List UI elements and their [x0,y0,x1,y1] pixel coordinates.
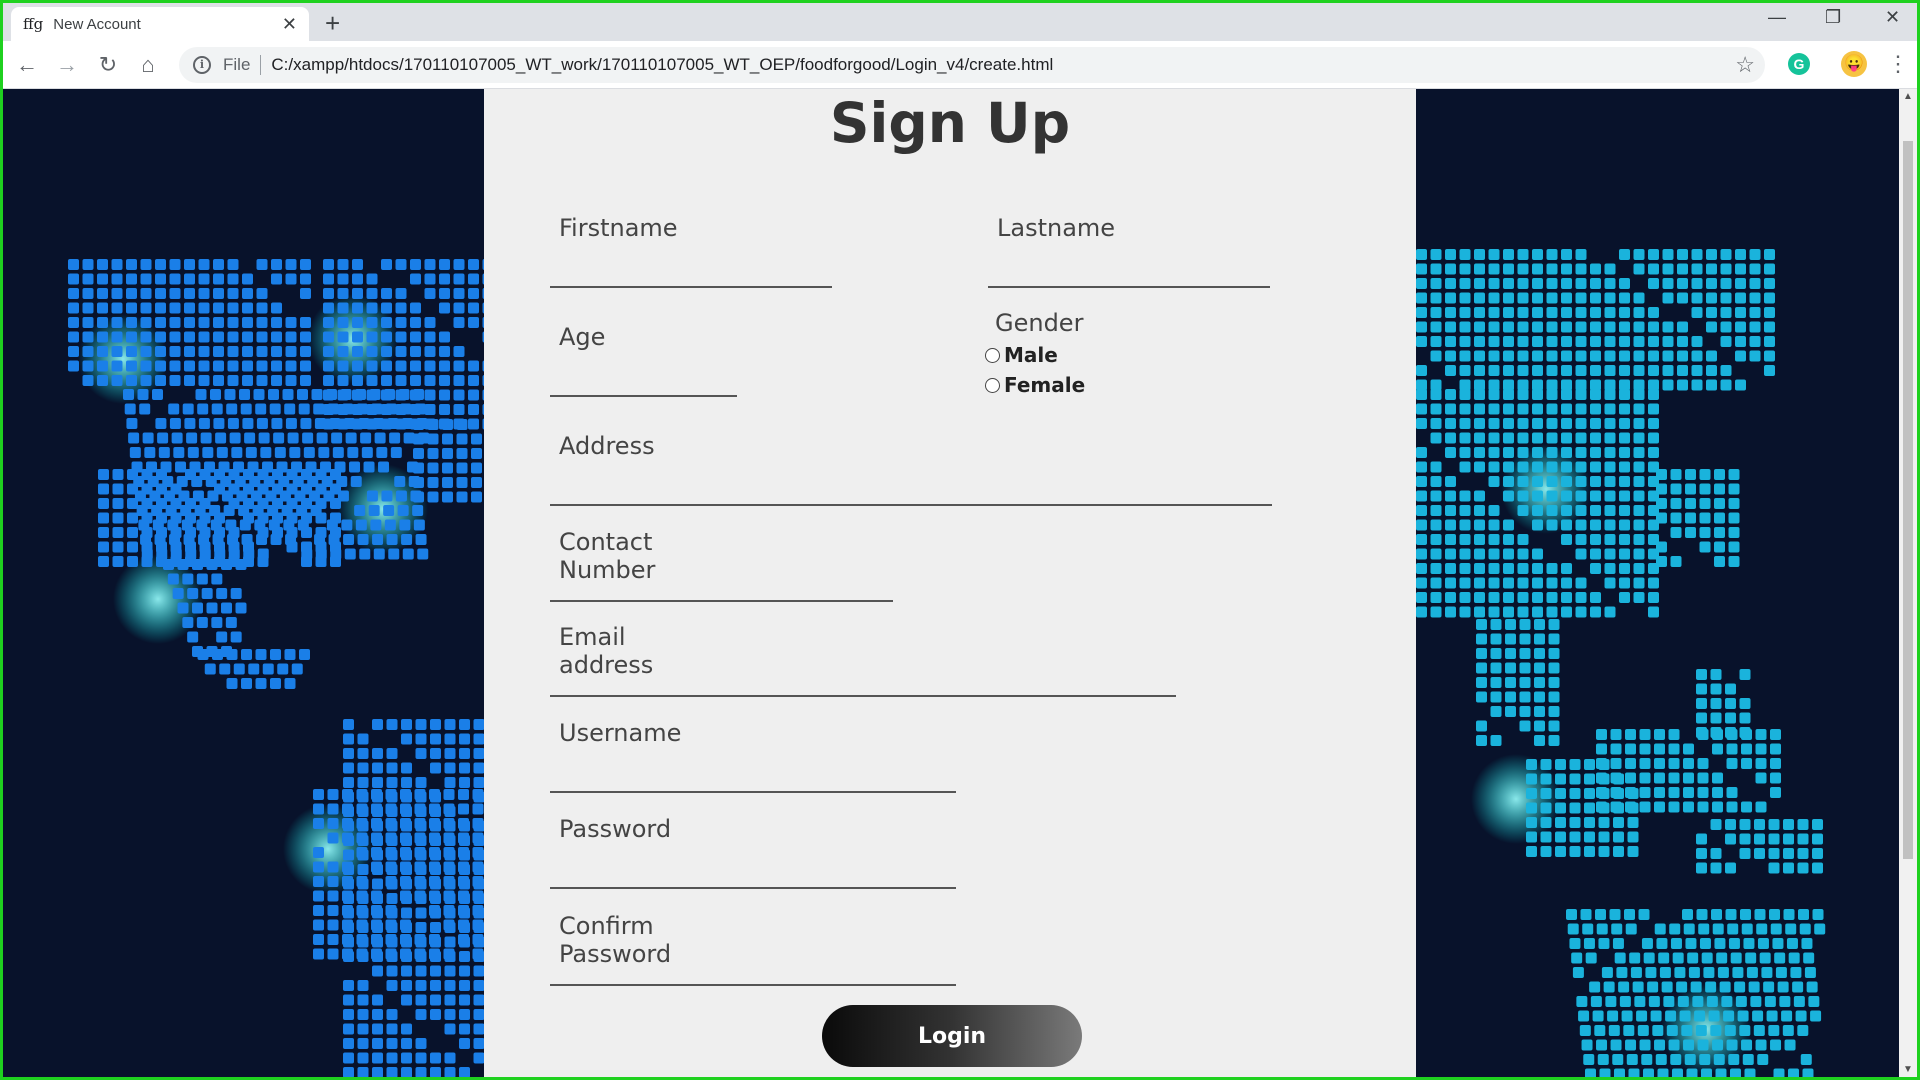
address-label: Address [559,432,655,460]
close-window-button[interactable]: ✕ [1885,7,1900,28]
browser-menu-icon[interactable]: ⋮ [1887,51,1909,77]
confirm-password-input[interactable] [550,950,956,986]
username-input[interactable] [550,757,956,793]
scrollbar-thumb[interactable] [1903,141,1913,859]
home-button[interactable]: ⌂ [134,51,162,79]
close-tab-icon[interactable]: ✕ [282,14,297,35]
age-label: Age [559,323,606,351]
scroll-down-arrow-icon[interactable]: ▼ [1903,1064,1913,1075]
email-input[interactable] [550,661,1176,697]
signup-form: Sign Up Firstname Lastname Age Gender Ma… [484,89,1416,1077]
back-button[interactable]: ← [13,51,41,79]
new-tab-button[interactable]: + [325,9,340,37]
gender-label: Gender [995,309,1084,337]
favicon-icon: ffg [23,15,44,33]
tab-title: New Account [53,15,141,33]
password-input[interactable] [550,853,956,889]
minimize-button[interactable]: — [1768,7,1786,28]
lastname-label: Lastname [997,214,1116,242]
restore-button[interactable]: ❐ [1825,7,1841,28]
divider [260,55,262,75]
browser-toolbar: ← → ↻ ⌂ i File C:/xampp/htdocs/170110107… [3,41,1917,89]
female-radio[interactable] [985,377,1000,393]
world-map-left-image [68,259,484,1077]
scrollbar[interactable]: ▲ ▼ [1899,89,1917,1077]
world-map-right-image [1416,249,1826,1077]
login-button[interactable]: Login [822,1005,1082,1067]
browser-tab[interactable]: ffg New Account ✕ [11,7,309,41]
scroll-up-arrow-icon[interactable]: ▲ [1903,91,1913,102]
page-title: Sign Up [829,91,1071,155]
reload-button[interactable]: ↻ [94,51,122,79]
contact-input[interactable] [550,566,893,602]
username-label: Username [559,719,682,747]
address-input[interactable] [550,470,1272,506]
tab-bar: ffg New Account ✕ + — ❐ ✕ [3,3,1917,41]
info-icon[interactable]: i [193,56,211,74]
gender-option-male[interactable]: Male [985,343,1058,367]
age-input[interactable] [550,361,737,397]
bookmark-star-icon[interactable]: ☆ [1735,52,1755,78]
female-label[interactable]: Female [1004,373,1085,397]
page-viewport: Sign Up Firstname Lastname Age Gender Ma… [3,89,1899,1077]
url-text[interactable]: C:/xampp/htdocs/170110107005_WT_work/170… [271,55,1053,75]
grammarly-extension-icon[interactable]: G [1788,53,1810,75]
password-label: Password [559,815,672,843]
gender-option-female[interactable]: Female [985,373,1085,397]
address-bar[interactable]: i File C:/xampp/htdocs/170110107005_WT_w… [179,47,1765,83]
profile-avatar[interactable]: 😛 [1841,51,1867,77]
lastname-input[interactable] [988,252,1270,288]
file-label: File [223,55,251,74]
forward-button[interactable]: → [53,51,81,79]
firstname-input[interactable] [550,252,832,288]
male-label[interactable]: Male [1004,343,1058,367]
firstname-label: Firstname [559,214,678,242]
male-radio[interactable] [985,347,1000,363]
